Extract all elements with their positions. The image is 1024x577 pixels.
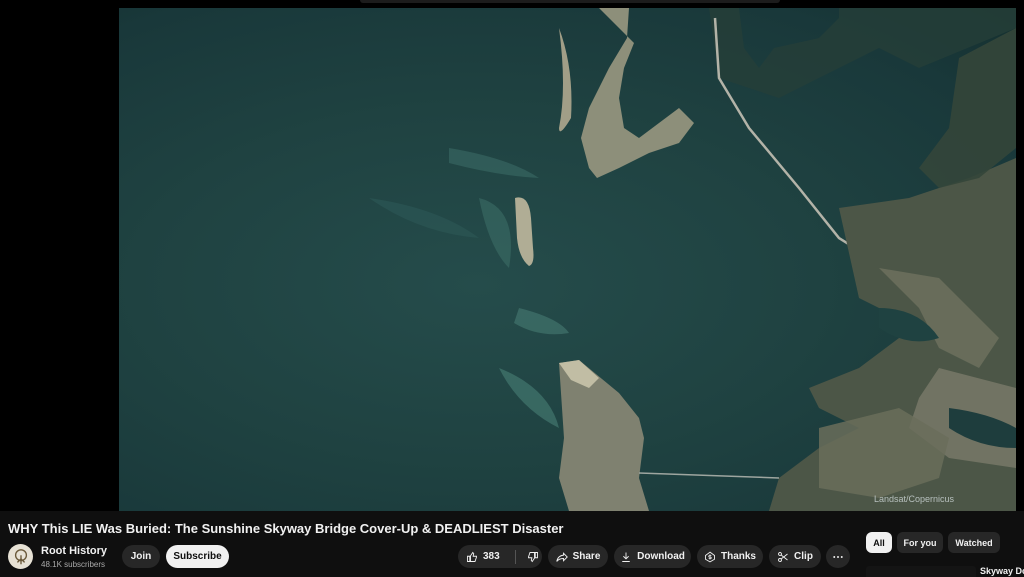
satellite-map-image [369, 8, 1016, 511]
subscribe-button[interactable]: Subscribe [166, 545, 229, 568]
subscriber-count: 48.1K subscribers [41, 560, 106, 569]
video-frame[interactable]: Landsat/Copernicus [119, 8, 1016, 511]
filter-chip-watched[interactable]: Watched [948, 532, 1000, 553]
join-label: Join [130, 551, 152, 562]
next-video-title[interactable]: Skyway Do [980, 566, 1024, 576]
more-horizontal-icon [833, 555, 843, 558]
share-icon [555, 551, 568, 562]
next-video-thumbnail[interactable] [866, 566, 976, 577]
like-dislike-group[interactable]: 383 [458, 545, 542, 568]
top-strip [0, 0, 1024, 8]
clip-button[interactable]: Clip [769, 545, 821, 568]
video-player[interactable]: Landsat/Copernicus [0, 8, 1024, 511]
tree-logo-icon [14, 548, 27, 564]
thumbs-up-icon[interactable] [466, 551, 478, 563]
share-label: Share [572, 551, 601, 562]
download-icon [622, 552, 630, 562]
scissors-icon [778, 551, 788, 562]
thanks-button[interactable]: Thanks [697, 545, 763, 568]
video-title: WHY This LIE Was Buried: The Sunshine Sk… [8, 521, 564, 536]
dislike-button[interactable] [527, 551, 539, 563]
thumbs-down-icon [527, 551, 538, 562]
share-button[interactable]: Share [548, 545, 608, 568]
more-actions-button[interactable] [826, 545, 850, 568]
subscribe-label: Subscribe [173, 551, 222, 562]
top-bar-edge [360, 0, 780, 3]
like-divider [514, 549, 516, 564]
filter-chip-all[interactable]: All [866, 532, 892, 553]
channel-avatar[interactable] [8, 544, 33, 569]
clip-label: Clip [794, 551, 813, 562]
channel-name[interactable]: Root History [41, 545, 107, 557]
like-count: 383 [483, 551, 500, 562]
thanks-label: Thanks [720, 551, 756, 562]
super-thanks-icon [705, 551, 715, 562]
filter-chip-for-you[interactable]: For you [897, 532, 943, 553]
download-button[interactable]: Download [614, 545, 691, 568]
video-watermark: Landsat/Copernicus [873, 494, 954, 504]
download-label: Download [637, 551, 685, 562]
join-button[interactable]: Join [122, 545, 160, 568]
